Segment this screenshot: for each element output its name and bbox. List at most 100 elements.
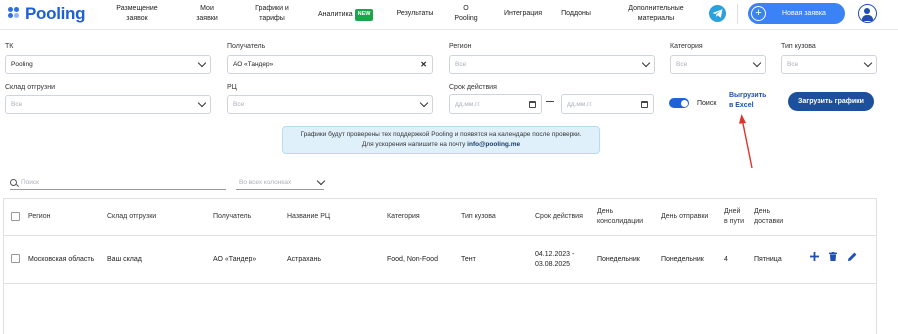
search-icon bbox=[10, 179, 17, 186]
cell-days-in-transit: 4 bbox=[724, 256, 728, 263]
upload-schedules-button[interactable]: Загрузить графики bbox=[788, 92, 874, 111]
nav-about[interactable]: О Pooling bbox=[446, 4, 486, 23]
rc-select[interactable]: Все bbox=[227, 95, 433, 114]
validity-to-input[interactable]: дд.мм.гг bbox=[561, 94, 654, 114]
body-type-label: Тип кузова bbox=[781, 43, 816, 50]
add-icon[interactable] bbox=[810, 252, 819, 264]
chevron-down-icon bbox=[419, 98, 429, 108]
support-email[interactable]: info@pooling.me bbox=[467, 141, 520, 148]
row-divider bbox=[4, 283, 876, 284]
nav-my-requests-label: Мои заявки bbox=[196, 5, 218, 22]
warehouse-placeholder: Все bbox=[11, 101, 23, 108]
body-type-placeholder: Все bbox=[787, 61, 799, 68]
cell-delivery-day: Пятница bbox=[754, 256, 782, 263]
column-header-region[interactable]: Регион bbox=[28, 212, 50, 222]
new-badge: NEW bbox=[354, 9, 374, 21]
nav-integration[interactable]: Интеграция bbox=[498, 9, 548, 19]
region-label: Регион bbox=[449, 43, 472, 50]
nav-schedules[interactable]: Графики и тарифы bbox=[247, 4, 297, 23]
column-header-days-in-transit[interactable]: Дней в пути bbox=[724, 207, 744, 226]
new-request-label: Новая заявка bbox=[782, 10, 826, 17]
body-type-select[interactable]: Все bbox=[781, 55, 877, 74]
search-input[interactable]: Поиск bbox=[10, 176, 226, 190]
new-request-button[interactable]: + Новая заявка bbox=[748, 3, 845, 24]
info-banner: Графики будут проверены тех поддержкой P… bbox=[282, 126, 600, 154]
header-divider bbox=[4, 235, 876, 236]
column-header-delivery-day[interactable]: День доставки bbox=[754, 207, 783, 226]
nav-placement-label: Размещение заявок bbox=[116, 5, 158, 22]
nav-analytics[interactable]: Аналитика NEW bbox=[318, 9, 378, 21]
warehouse-select[interactable]: Все bbox=[5, 95, 211, 114]
nav-materials-label: Дополнительные материалы bbox=[628, 5, 684, 22]
column-header-category[interactable]: Категория bbox=[387, 212, 420, 222]
column-header-rc[interactable]: Название РЦ bbox=[287, 212, 330, 222]
category-select[interactable]: Все bbox=[670, 55, 766, 74]
cell-dispatch-day: Понедельник bbox=[661, 256, 704, 263]
nav-pallets-label: Поддоны bbox=[561, 10, 591, 17]
export-excel-link[interactable]: Выгрузить в Excel bbox=[729, 91, 766, 110]
calendar-icon[interactable] bbox=[641, 100, 648, 108]
chevron-down-icon bbox=[752, 58, 762, 68]
receiver-select[interactable]: АО «Тандер» ✕ bbox=[227, 55, 433, 74]
category-label: Категория bbox=[670, 43, 703, 50]
plus-icon: + bbox=[751, 6, 766, 21]
row-checkbox[interactable] bbox=[11, 254, 20, 263]
delete-icon[interactable] bbox=[829, 252, 837, 264]
search-placeholder: Поиск bbox=[21, 179, 40, 186]
column-header-validity[interactable]: Срок действия bbox=[535, 212, 583, 222]
cell-validity: 04.12.2023 - 03.08.2025 bbox=[535, 251, 575, 268]
calendar-icon[interactable] bbox=[529, 100, 536, 108]
column-header-dispatch-day[interactable]: День отправки bbox=[661, 212, 708, 222]
nav-pallets[interactable]: Поддоны bbox=[556, 9, 596, 19]
column-header-consolidation-day[interactable]: День консолидации bbox=[597, 207, 643, 226]
nav-my-requests[interactable]: Мои заявки bbox=[187, 4, 227, 23]
select-all-checkbox[interactable] bbox=[11, 212, 20, 221]
telegram-icon[interactable] bbox=[709, 5, 726, 22]
column-header-warehouse[interactable]: Склад отгрузки bbox=[107, 212, 156, 222]
column-filter-placeholder: Во всех колонках bbox=[239, 179, 292, 186]
nav-integration-label: Интеграция bbox=[504, 10, 542, 17]
tk-value: Pooling bbox=[11, 61, 33, 68]
user-icon[interactable] bbox=[858, 4, 877, 23]
telegram-plane-icon bbox=[712, 9, 723, 18]
rc-placeholder: Все bbox=[233, 101, 245, 108]
edit-icon[interactable] bbox=[848, 252, 857, 264]
cell-rc: Астрахань bbox=[287, 256, 321, 263]
cell-warehouse: Ваш склад bbox=[107, 256, 142, 263]
cell-category: Food, Non-Food bbox=[387, 256, 438, 263]
nav-analytics-label: Аналитика bbox=[318, 11, 353, 18]
trash-icon-shape bbox=[829, 252, 837, 261]
nav-materials[interactable]: Дополнительные материалы bbox=[617, 4, 695, 23]
nav-results-label: Результаты bbox=[396, 10, 434, 17]
cell-region: Московская область bbox=[28, 256, 95, 263]
user-icon-head bbox=[864, 7, 870, 14]
column-header-body-type[interactable]: Тип кузова bbox=[461, 212, 496, 222]
logo[interactable]: Pooling bbox=[8, 4, 86, 24]
pooling-logo-icon bbox=[8, 7, 22, 21]
column-header-receiver[interactable]: Получатель bbox=[213, 212, 251, 222]
chevron-down-icon bbox=[197, 98, 207, 108]
validity-from-input[interactable]: дд.мм.гг bbox=[449, 94, 542, 114]
user-icon-body bbox=[861, 15, 873, 21]
validity-label: Срок действия bbox=[449, 84, 497, 91]
column-filter-select[interactable]: Во всех колонках bbox=[236, 176, 326, 190]
search-toggle[interactable] bbox=[669, 98, 689, 108]
chevron-down-icon bbox=[316, 176, 326, 186]
region-select[interactable]: Все bbox=[449, 55, 655, 74]
tk-select[interactable]: Pooling bbox=[5, 55, 211, 74]
chevron-down-icon bbox=[197, 58, 207, 68]
nav-placement[interactable]: Размещение заявок bbox=[112, 4, 162, 23]
logo-text: Pooling bbox=[25, 4, 86, 23]
info-line-2: Для ускорения напишите на почту info@poo… bbox=[283, 140, 599, 150]
cell-receiver: АО «Тандер» bbox=[213, 256, 257, 263]
add-icon-shape bbox=[810, 252, 819, 261]
warehouse-label: Склад отгрузни bbox=[5, 84, 56, 91]
nav-results[interactable]: Результаты bbox=[391, 9, 439, 19]
rc-label: РЦ bbox=[227, 84, 237, 91]
cell-body-type: Тент bbox=[461, 256, 476, 263]
header-divider bbox=[737, 4, 738, 24]
search-toggle-label: Поиск bbox=[697, 100, 717, 107]
schedules-table: Регион Склад отгрузки Получатель Названи… bbox=[3, 198, 877, 334]
validity-to-placeholder: дд.мм.гг bbox=[567, 100, 592, 108]
clear-icon[interactable]: ✕ bbox=[420, 60, 427, 69]
